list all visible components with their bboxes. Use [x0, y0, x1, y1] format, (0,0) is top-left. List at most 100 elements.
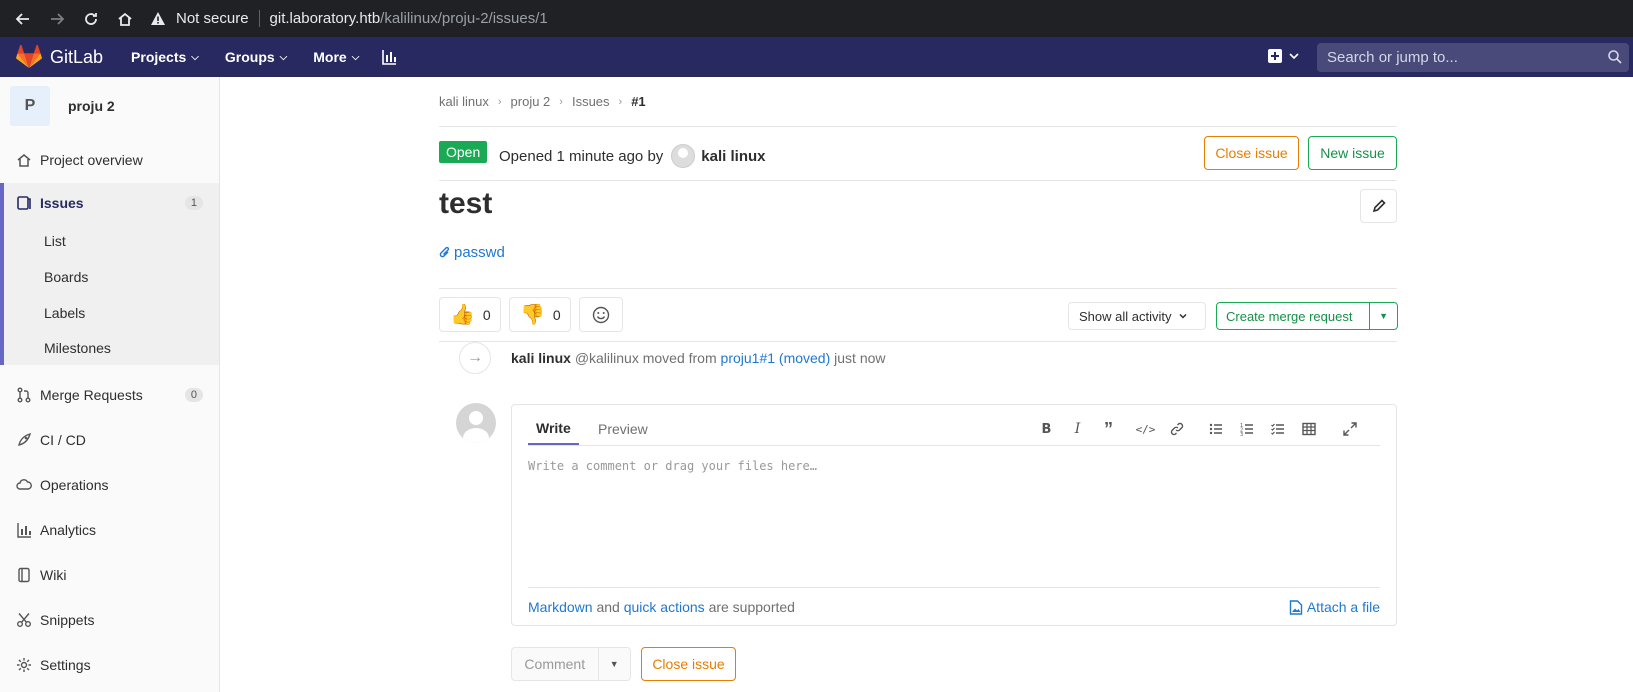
reload-icon[interactable]: [80, 8, 102, 30]
sidebar-subitem-boards[interactable]: Boards: [0, 259, 219, 295]
author-avatar[interactable]: [671, 144, 696, 168]
svg-text:3: 3: [1240, 432, 1243, 436]
top-navbar: GitLab Projects ⌵ Groups ⌵ More ⌵ Search…: [0, 37, 1633, 77]
merge-requests-count-badge: 0: [184, 388, 203, 402]
thumbs-down-count: 0: [552, 306, 561, 323]
table-icon[interactable]: [1293, 419, 1324, 439]
gitlab-logo[interactable]: GitLab: [16, 45, 103, 69]
project-header[interactable]: P proju 2: [10, 86, 115, 126]
fullscreen-icon[interactable]: [1334, 419, 1365, 439]
separator: [258, 10, 260, 27]
tab-preview[interactable]: Preview: [590, 413, 656, 445]
thumbs-down-button[interactable]: 👎 0: [509, 297, 571, 332]
new-menu[interactable]: [1268, 49, 1300, 63]
brand-name: GitLab: [50, 46, 104, 67]
attachment-link[interactable]: passwd: [439, 244, 505, 261]
activity-filter-dropdown[interactable]: Show all activity: [1068, 302, 1206, 330]
sidebar-subitem-milestones[interactable]: Milestones: [0, 331, 219, 365]
link-icon[interactable]: [1161, 419, 1192, 439]
quote-icon[interactable]: ”: [1093, 419, 1124, 439]
merge-request-icon: [17, 387, 31, 403]
bullet-list-icon[interactable]: [1200, 419, 1231, 439]
project-avatar: P: [10, 86, 50, 126]
create-merge-request-button[interactable]: Create merge request ▼: [1216, 302, 1398, 330]
project-name: proju 2: [68, 98, 115, 114]
sidebar-item-label: Project overview: [40, 152, 143, 168]
add-reaction-button[interactable]: [579, 297, 623, 332]
activity-chart-icon[interactable]: [381, 49, 397, 65]
attachment-name: passwd: [454, 244, 505, 261]
thumbs-up-icon: 👍: [450, 304, 475, 326]
tab-write[interactable]: Write: [528, 413, 579, 445]
nav-groups-label: Groups: [224, 49, 275, 65]
breadcrumb-current[interactable]: #1: [631, 94, 645, 109]
edit-title-button[interactable]: [1360, 189, 1397, 223]
issues-icon: [17, 196, 31, 210]
chevron-down-icon: [1179, 313, 1188, 319]
divider: [439, 126, 1397, 127]
caret-down-icon[interactable]: ▼: [1369, 303, 1397, 329]
author-name[interactable]: kali linux: [701, 148, 765, 165]
url-path: /kalilinux/proju-2/issues/1: [380, 10, 548, 27]
divider: [439, 180, 1397, 181]
nav-more-label: More: [313, 49, 347, 65]
sidebar-item-label: Settings: [40, 657, 91, 673]
sidebar-item-project-overview[interactable]: Project overview: [0, 140, 219, 180]
sidebar-item-analytics[interactable]: Analytics: [0, 510, 219, 550]
issue-meta: Opened 1 minute ago by kali linux: [499, 144, 766, 168]
note-handle: @kalilinux: [574, 350, 639, 366]
thumbs-up-button[interactable]: 👍 0: [439, 297, 501, 332]
breadcrumb-project[interactable]: proju 2: [511, 94, 551, 109]
attach-file-button[interactable]: Attach a file: [1289, 599, 1380, 615]
thumbs-down-icon: 👎: [520, 304, 545, 326]
sidebar-subitem-labels[interactable]: Labels: [0, 295, 219, 331]
issues-count-badge: 1: [184, 196, 203, 210]
sidebar-item-label: CI / CD: [40, 432, 86, 448]
code-icon[interactable]: </>: [1130, 419, 1161, 439]
sidebar-item-issues[interactable]: Issues 1: [0, 183, 219, 223]
home-icon[interactable]: [114, 8, 136, 30]
markdown-link[interactable]: Markdown: [528, 599, 593, 615]
search-icon: [1608, 50, 1622, 64]
sidebar-item-label: Merge Requests: [40, 387, 143, 403]
chevron-right-icon: ›: [618, 95, 623, 108]
gear-icon: [17, 658, 31, 672]
italic-icon[interactable]: I: [1062, 419, 1093, 439]
chevron-down-icon: [1289, 53, 1299, 60]
quick-actions-link[interactable]: quick actions: [624, 599, 705, 615]
comment-textarea[interactable]: Write a comment or drag your files here…: [528, 459, 817, 473]
sidebar-item-settings[interactable]: Settings: [0, 645, 219, 685]
cloud-gear-icon: [16, 479, 32, 490]
breadcrumb-group[interactable]: kali linux: [439, 94, 489, 109]
bold-icon[interactable]: B: [1031, 419, 1062, 439]
note-author[interactable]: kali linux: [511, 350, 571, 366]
back-icon[interactable]: [12, 8, 34, 30]
sidebar-item-snippets[interactable]: Snippets: [0, 600, 219, 640]
comment-button[interactable]: Comment ▼: [511, 647, 631, 681]
sidebar-subitem-list[interactable]: List: [0, 223, 219, 259]
caret-down-icon[interactable]: ▼: [597, 648, 630, 680]
nav-groups[interactable]: Groups ⌵: [225, 49, 287, 65]
new-issue-button[interactable]: New issue: [1308, 136, 1397, 170]
note-link[interactable]: proju1#1 (moved): [721, 350, 831, 366]
sidebar-item-operations[interactable]: Operations: [0, 465, 219, 505]
task-list-icon[interactable]: [1262, 419, 1293, 439]
sidebar-item-ci-cd[interactable]: CI / CD: [0, 420, 219, 460]
forward-icon[interactable]: [46, 8, 68, 30]
address-bar[interactable]: Not secure git.laboratory.htb/kalilinux/…: [140, 4, 1633, 33]
close-issue-bottom-button[interactable]: Close issue: [641, 647, 736, 681]
gitlab-tanuki-icon: [16, 45, 42, 68]
sidebar-subitem-label: List: [44, 233, 66, 249]
sidebar-item-merge-requests[interactable]: Merge Requests 0: [0, 375, 219, 415]
search-input[interactable]: Search or jump to...: [1317, 43, 1629, 72]
image-file-icon: [1289, 599, 1303, 615]
numbered-list-icon[interactable]: 123: [1231, 419, 1262, 439]
attach-file-label: Attach a file: [1306, 599, 1380, 615]
breadcrumb-issues[interactable]: Issues: [572, 94, 610, 109]
sidebar-item-label: Operations: [40, 477, 109, 493]
nav-more[interactable]: More ⌵: [313, 49, 359, 65]
nav-projects[interactable]: Projects ⌵: [131, 49, 199, 65]
sidebar-item-wiki[interactable]: Wiki: [0, 555, 219, 595]
close-issue-button[interactable]: Close issue: [1204, 136, 1299, 170]
divider: [439, 341, 1397, 342]
